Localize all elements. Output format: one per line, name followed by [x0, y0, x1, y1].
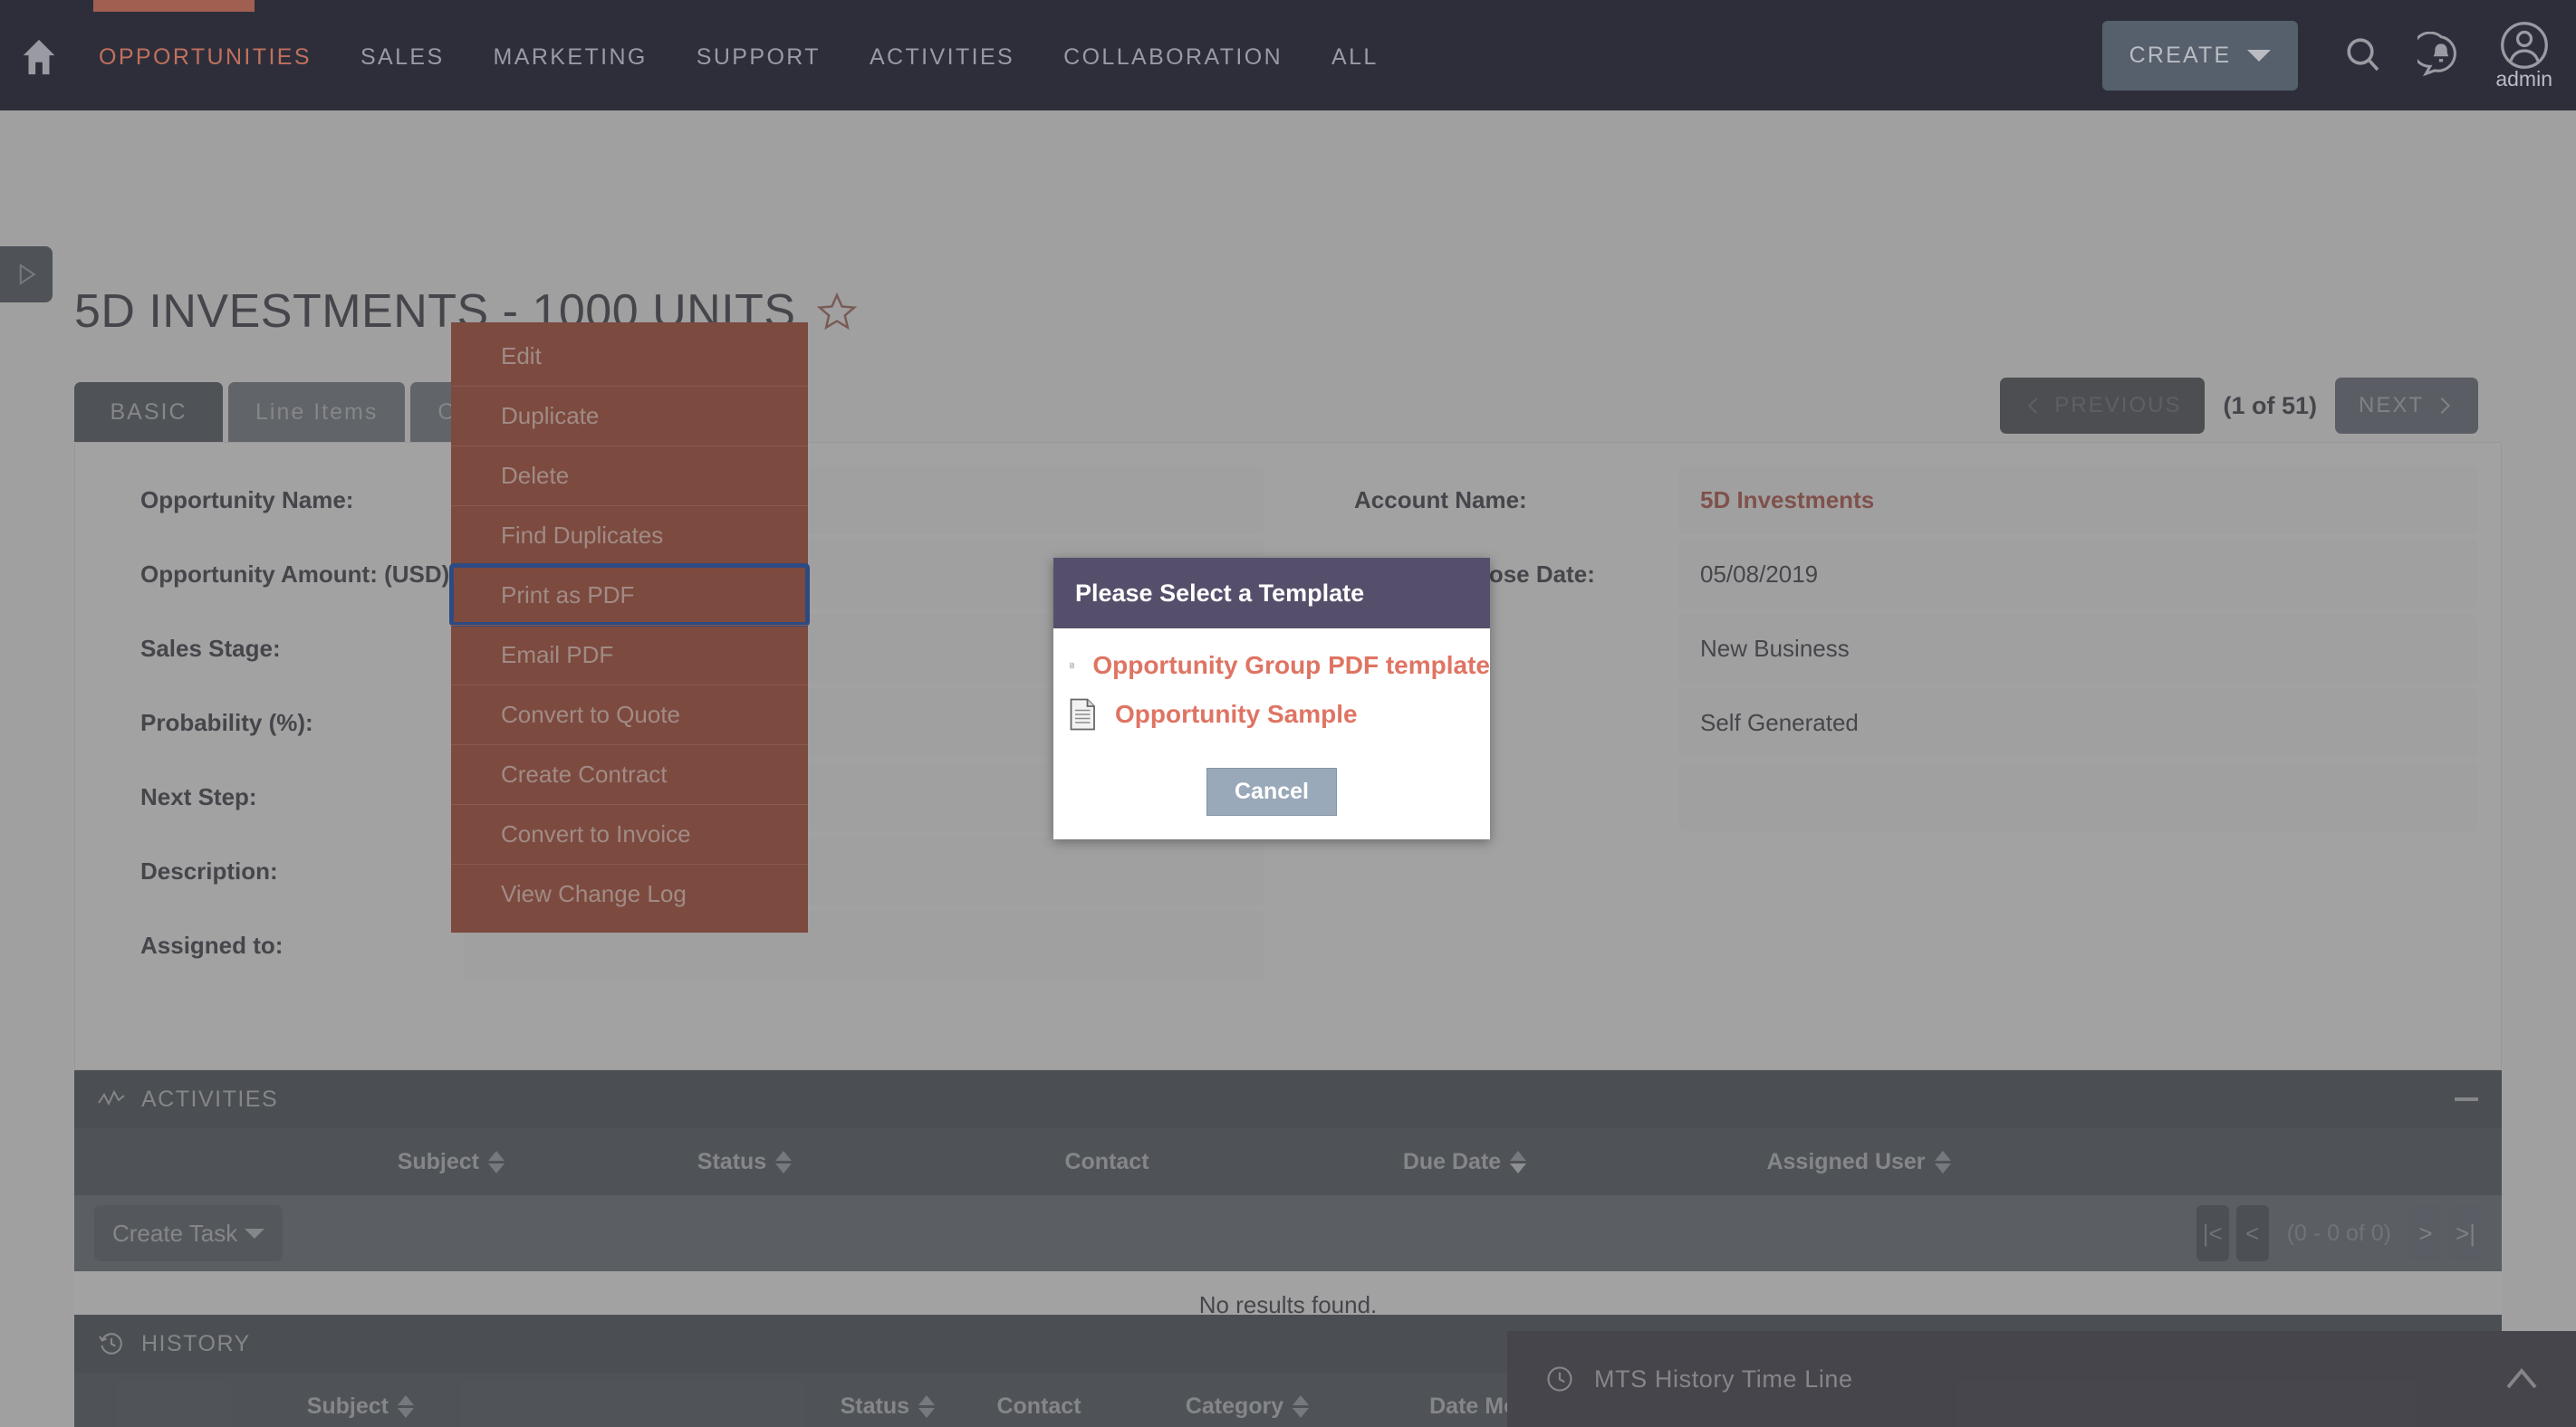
nav-item-support[interactable]: SUPPORT: [672, 44, 845, 71]
modal-footer: Cancel: [1053, 748, 1490, 839]
nav-menu: OPPORTUNITIES SALES MARKETING SUPPORT AC…: [0, 25, 1403, 89]
user-name-label: admin: [2495, 66, 2552, 91]
template-option-group-pdf[interactable]: Opportunity Group PDF template: [1053, 641, 1490, 690]
top-navigation-bar: OPPORTUNITIES SALES MARKETING SUPPORT AC…: [0, 0, 2576, 110]
document-icon: [1070, 662, 1074, 669]
actions-dropdown-menu: Edit Duplicate Delete Find Duplicates Pr…: [449, 322, 810, 933]
notification-bell-icon[interactable]: [2417, 32, 2465, 79]
modal-title: Please Select a Template: [1053, 558, 1490, 628]
create-button-label: CREATE: [2129, 42, 2232, 68]
create-button[interactable]: CREATE: [2101, 20, 2299, 91]
menu-item-view-change-log[interactable]: View Change Log: [451, 864, 808, 924]
user-avatar-icon: [2500, 21, 2548, 69]
nav-item-all[interactable]: ALL: [1307, 44, 1403, 71]
menu-item-convert-to-quote[interactable]: Convert to Quote: [451, 685, 808, 744]
nav-item-sales[interactable]: SALES: [336, 44, 469, 71]
nav-item-collaboration[interactable]: COLLABORATION: [1039, 44, 1307, 71]
template-name: Opportunity Sample: [1115, 700, 1358, 728]
menu-item-duplicate[interactable]: Duplicate: [451, 386, 808, 445]
document-icon: [1070, 698, 1095, 731]
nav-item-opportunities[interactable]: OPPORTUNITIES: [74, 44, 336, 71]
nav-item-activities[interactable]: ACTIVITIES: [845, 44, 1039, 71]
menu-item-convert-to-invoice[interactable]: Convert to Invoice: [451, 804, 808, 864]
nav-item-marketing[interactable]: MARKETING: [469, 44, 672, 71]
template-name: Opportunity Group PDF template: [1092, 651, 1490, 679]
menu-item-find-duplicates[interactable]: Find Duplicates: [451, 505, 808, 565]
menu-item-delete[interactable]: Delete: [451, 445, 808, 505]
menu-item-edit[interactable]: Edit: [451, 326, 808, 386]
chevron-down-icon: [2247, 49, 2272, 62]
user-menu[interactable]: admin: [2495, 20, 2552, 91]
menu-item-email-pdf[interactable]: Email PDF: [451, 625, 808, 685]
cancel-button[interactable]: Cancel: [1206, 768, 1337, 816]
home-icon[interactable]: [13, 36, 65, 78]
active-module-indicator: [93, 0, 255, 12]
nav-actions: CREATE admin: [2101, 0, 2576, 110]
search-icon[interactable]: [2341, 34, 2385, 77]
template-option-sample[interactable]: Opportunity Sample: [1053, 690, 1490, 739]
menu-item-print-as-pdf[interactable]: Print as PDF: [449, 563, 810, 627]
menu-item-create-contract[interactable]: Create Contract: [451, 744, 808, 804]
select-template-modal: Please Select a Template Opportunity Gro…: [1053, 558, 1490, 839]
modal-body: Opportunity Group PDF template Opportuni…: [1053, 628, 1490, 748]
